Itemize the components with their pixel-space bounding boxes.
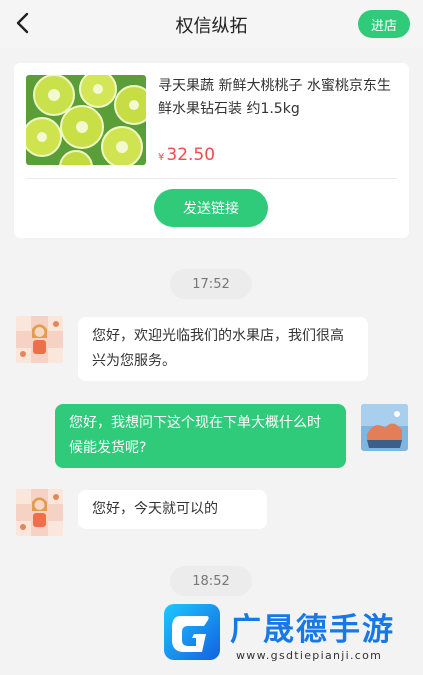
timestamp: 17:52 [170, 269, 252, 299]
currency-symbol: ¥ [158, 152, 165, 163]
watermark: 广晟德手游 www.gsdtiepianji.com [160, 600, 423, 675]
product-image[interactable] [26, 75, 146, 165]
product-title[interactable]: 寻天果蔬 新鲜大桃桃子 水蜜桃京东生鲜水果钻石装 约1.5kg [158, 75, 400, 121]
user-avatar[interactable] [361, 404, 408, 451]
logo-icon [164, 604, 220, 660]
message-bubble-incoming[interactable]: 您好，今天就可以的 [78, 490, 267, 529]
timestamp: 18:52 [170, 566, 252, 596]
watermark-url: www.gsdtiepianji.com [236, 649, 383, 662]
message-bubble-outgoing[interactable]: 您好，我想问下这个现在下单大概什么时候能发货呢? [55, 404, 346, 468]
watermark-name: 广晟德手游 [230, 612, 395, 648]
message-bubble-incoming[interactable]: 您好，欢迎光临我们的水果店，我们很高兴为您服务。 [78, 317, 368, 381]
top-bar: 权信纵拓 进店 [0, 0, 423, 48]
enter-store-button[interactable]: 进店 [358, 10, 410, 38]
divider [26, 178, 397, 179]
product-card[interactable]: 寻天果蔬 新鲜大桃桃子 水蜜桃京东生鲜水果钻石装 约1.5kg ¥32.50 发… [14, 63, 409, 238]
price-value: 32.50 [166, 145, 216, 165]
shop-avatar[interactable] [16, 316, 63, 363]
shop-avatar[interactable] [16, 489, 63, 536]
product-price: ¥32.50 [158, 145, 215, 165]
send-link-button[interactable]: 发送链接 [154, 189, 268, 227]
